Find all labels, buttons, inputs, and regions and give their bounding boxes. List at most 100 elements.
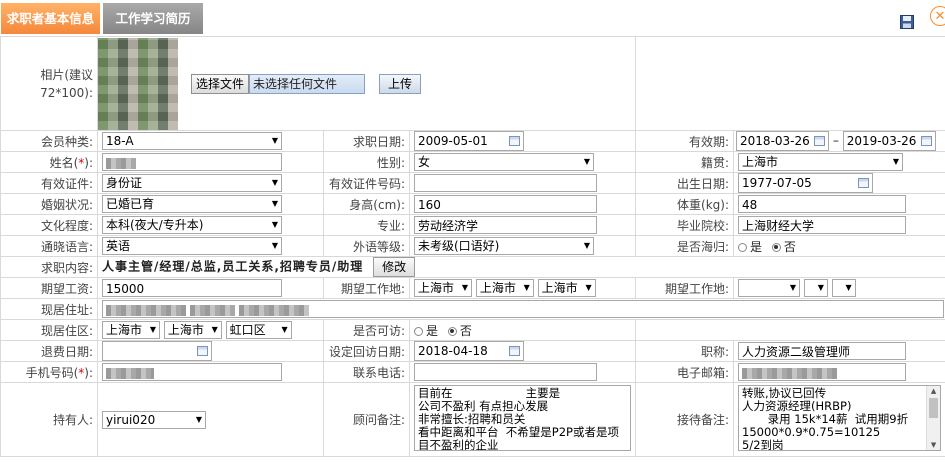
residence-city-select[interactable]: 上海市 ▼ xyxy=(163,321,222,339)
reception-note-label: 接待备注: xyxy=(635,382,735,457)
save-icon[interactable] xyxy=(900,15,914,29)
height-input[interactable]: 160 xyxy=(414,195,597,213)
mobile-input[interactable] xyxy=(102,363,282,381)
residence-area-label: 现居住区: xyxy=(0,319,98,341)
photo-row-blank xyxy=(635,36,945,131)
calendar-icon[interactable] xyxy=(197,346,208,356)
consultant-note-textarea[interactable] xyxy=(414,385,632,451)
refund-date-field[interactable] xyxy=(102,341,212,361)
id-number-label: 有效证件号码: xyxy=(323,172,410,194)
email-label: 电子邮箱: xyxy=(635,361,735,383)
apply-date-label: 求职日期: xyxy=(323,130,410,152)
language-label: 通晓语言: xyxy=(0,235,98,257)
height-label: 身高(cm): xyxy=(323,193,410,215)
profile-photo xyxy=(98,37,178,130)
job-title-label: 职称: xyxy=(635,340,735,362)
weight-label: 体重(kg): xyxy=(635,193,735,215)
photo-label: 相片(建议72*100): xyxy=(0,36,98,131)
reception-note-scrollbar[interactable]: ▲ ▼ xyxy=(926,386,941,450)
native-place-select[interactable]: 上海市 ▼ xyxy=(738,153,904,171)
school-label: 毕业院校: xyxy=(635,214,735,236)
gender-label: 性别: xyxy=(323,151,410,173)
id-type-label: 有效证件: xyxy=(0,172,98,194)
returnee-yes-radio[interactable] xyxy=(738,242,748,252)
upload-button[interactable]: 上传 xyxy=(379,73,422,94)
marital-select[interactable]: 已婚已育 ▼ xyxy=(102,195,282,213)
major-input[interactable]: 劳动经济学 xyxy=(414,216,597,234)
residence-district-select[interactable]: 虹口区 ▼ xyxy=(225,321,292,339)
id-type-select[interactable]: 身份证 ▼ xyxy=(102,174,282,192)
residence-province-select[interactable]: 上海市 ▼ xyxy=(102,321,160,339)
returnee-no-radio[interactable] xyxy=(771,242,781,252)
expected-location-2-label: 期望工作地: xyxy=(635,277,735,299)
telephone-input[interactable] xyxy=(414,363,597,381)
mobile-label: 手机号码(*): xyxy=(0,361,98,383)
valid-period-separator: – xyxy=(832,133,839,148)
id-number-input[interactable] xyxy=(414,174,597,192)
file-status: 未选择任何文件 xyxy=(249,73,366,94)
expected-location-2-province[interactable]: ▼ xyxy=(738,279,801,297)
calendar-icon[interactable] xyxy=(858,178,870,188)
gender-select[interactable]: 女 ▼ xyxy=(414,153,594,171)
visitable-no-label: 否 xyxy=(459,323,472,338)
consultant-note-label: 顾问备注: xyxy=(323,382,410,457)
birth-date-label: 出生日期: xyxy=(635,172,735,194)
language-level-select[interactable]: 未考级(口语好) ▼ xyxy=(414,237,594,255)
job-title-input[interactable]: 人力资源二级管理师 xyxy=(738,342,907,360)
school-input[interactable]: 上海财经大学 xyxy=(738,216,907,234)
salary-label: 期望工资: xyxy=(0,277,98,299)
expected-location-2-district[interactable]: ▼ xyxy=(831,279,856,297)
education-select[interactable]: 本科(夜大/专升本) ▼ xyxy=(102,216,282,234)
language-select[interactable]: 英语 ▼ xyxy=(102,237,282,255)
job-content-label: 求职内容: xyxy=(0,256,98,278)
job-content-value: 人事主管/经理/总监,员工关系,招聘专员/助理 xyxy=(102,259,364,274)
returnee-yes-label: 是 xyxy=(750,239,763,254)
expected-location-district[interactable]: 上海市 ▼ xyxy=(537,279,596,297)
language-level-label: 外语等级: xyxy=(323,235,410,257)
major-label: 专业: xyxy=(323,214,410,236)
visitable-no-radio[interactable] xyxy=(447,326,457,336)
address-input[interactable] xyxy=(102,300,944,318)
refund-date-label: 退费日期: xyxy=(0,340,98,362)
visitable-label: 是否可访: xyxy=(323,319,410,341)
visitable-yes-label: 是 xyxy=(426,323,439,338)
expected-location-city[interactable]: 上海市 ▼ xyxy=(475,279,534,297)
reception-note-textarea[interactable] xyxy=(738,385,942,451)
name-label: 姓名(*): xyxy=(0,151,98,173)
expected-location-province[interactable]: 上海市 ▼ xyxy=(414,279,472,297)
valid-period-label: 有效期: xyxy=(635,130,735,152)
member-type-select[interactable]: 18-A ▼ xyxy=(102,132,282,150)
birth-date-field[interactable]: 1977-07-05 xyxy=(738,173,874,193)
calendar-icon[interactable] xyxy=(920,136,932,146)
calendar-icon[interactable] xyxy=(509,346,520,356)
calendar-icon[interactable] xyxy=(814,136,826,146)
education-label: 文化程度: xyxy=(0,214,98,236)
returnee-no-label: 否 xyxy=(783,239,796,254)
revisit-date-field[interactable]: 2018-04-18 xyxy=(414,341,524,361)
expected-location-label: 期望工作地: xyxy=(323,277,410,299)
modify-button[interactable]: 修改 xyxy=(373,257,416,277)
tab-basic-info[interactable]: 求职者基本信息 xyxy=(1,3,100,34)
revisit-date-label: 设定回访日期: xyxy=(323,340,410,362)
telephone-label: 联系电话: xyxy=(323,361,410,383)
visitable-yes-radio[interactable] xyxy=(414,326,423,336)
job-seeker-form: 相片(建议72*100): 选择文件 未选择任何文件 上传 会员种类: 18-A… xyxy=(0,36,945,457)
member-type-label: 会员种类: xyxy=(0,130,98,152)
calendar-icon[interactable] xyxy=(509,136,520,146)
name-input[interactable] xyxy=(102,153,282,171)
holder-label: 持有人: xyxy=(0,382,98,457)
expected-location-2-city[interactable]: ▼ xyxy=(803,279,828,297)
native-place-label: 籍贯: xyxy=(635,151,735,173)
top-bar: 求职者基本信息 工作学习简历 ✕ xyxy=(0,0,945,37)
email-input[interactable] xyxy=(738,363,907,381)
valid-to-field[interactable]: 2019-03-26 xyxy=(842,131,936,151)
close-icon[interactable]: ✕ xyxy=(930,6,945,26)
salary-input[interactable]: 15000 xyxy=(102,279,282,297)
tab-work-history[interactable]: 工作学习简历 xyxy=(103,3,203,34)
marital-label: 婚姻状况: xyxy=(0,193,98,215)
weight-input[interactable]: 48 xyxy=(738,195,907,213)
holder-select[interactable]: yirui020 ▼ xyxy=(102,410,206,429)
apply-date-field[interactable]: 2009-05-01 xyxy=(414,131,524,151)
choose-file-button[interactable]: 选择文件 xyxy=(191,73,250,94)
valid-from-field[interactable]: 2018-03-26 xyxy=(736,131,830,151)
